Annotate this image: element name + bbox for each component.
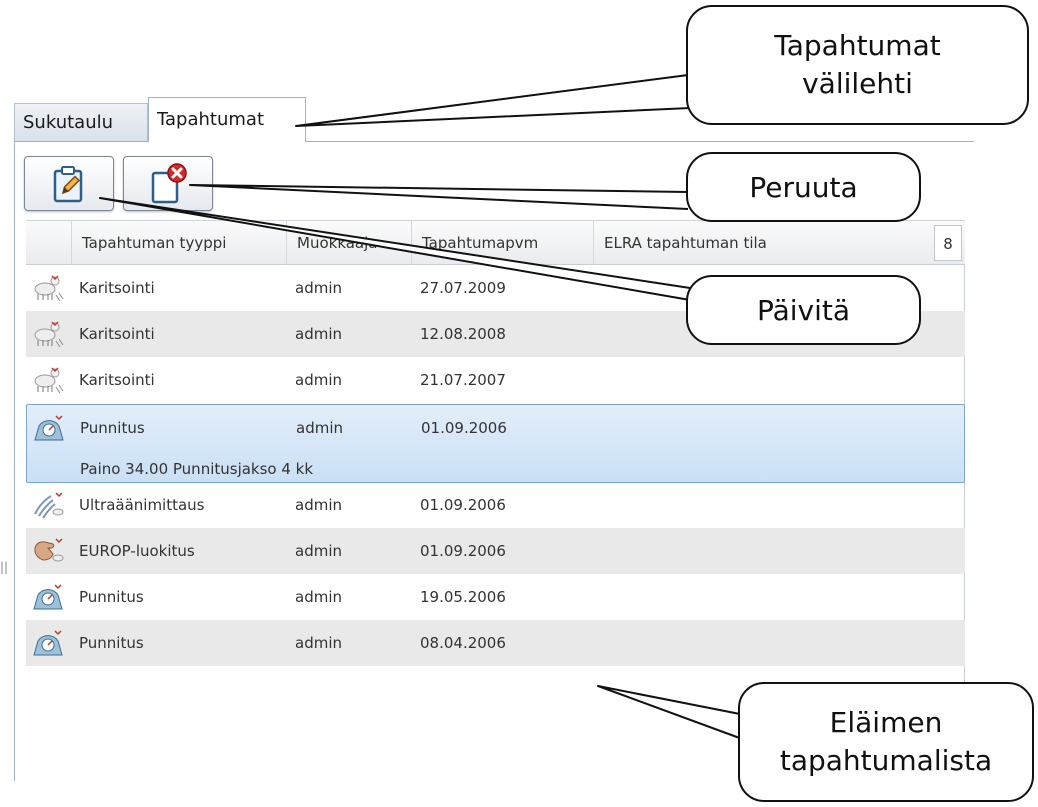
- callout-tab-line1: Tapahtumat: [774, 29, 941, 62]
- row-count-badge: 8: [934, 225, 962, 261]
- event-type: Karitsointi: [79, 325, 155, 343]
- table-row[interactable]: EUROP-luokitus admin 01.09.2006: [26, 528, 965, 574]
- event-date: 01.09.2006: [420, 542, 506, 560]
- table-row-selected[interactable]: Punnitus admin 01.09.2006 Paino 34.00 Pu…: [26, 404, 965, 483]
- sheep-lambing-icon: [28, 311, 68, 357]
- scale-weighing-icon: [28, 574, 68, 620]
- event-editor: admin: [295, 634, 342, 652]
- grid-header: Tapahtuman tyyppi Muokkaaja Tapahtumapvm…: [26, 220, 965, 265]
- tab-sukutaulu[interactable]: Sukutaulu: [14, 103, 148, 141]
- callout-list-line1: Eläimen: [829, 706, 943, 739]
- event-date: 01.09.2006: [420, 496, 506, 514]
- event-editor: admin: [295, 588, 342, 606]
- event-editor: admin: [296, 419, 343, 437]
- clipboard-pencil-icon: [53, 165, 83, 202]
- tab-tapahtumat[interactable]: Tapahtumat: [148, 97, 306, 142]
- event-editor: admin: [295, 279, 342, 297]
- event-editor: admin: [295, 542, 342, 560]
- event-date: 08.04.2006: [420, 634, 506, 652]
- event-editor: admin: [295, 371, 342, 389]
- column-header-type[interactable]: Tapahtuman tyyppi: [71, 221, 286, 265]
- event-type: Ultraäänimittaus: [79, 496, 205, 514]
- event-type: EUROP-luokitus: [79, 542, 195, 560]
- table-row[interactable]: Punnitus admin 08.04.2006: [26, 620, 965, 666]
- table-row[interactable]: Punnitus admin 19.05.2006: [26, 574, 965, 620]
- ultrasound-icon: [28, 482, 68, 528]
- callout-update: Päivitä: [686, 275, 921, 345]
- sheep-lambing-icon: [28, 265, 68, 311]
- scale-weighing-icon: [29, 405, 69, 451]
- event-type: Punnitus: [79, 588, 144, 606]
- event-type: Punnitus: [79, 634, 144, 652]
- splitter-handle[interactable]: ||: [0, 560, 8, 574]
- event-date: 12.08.2008: [420, 325, 506, 343]
- event-date: 27.07.2009: [420, 279, 506, 297]
- column-header-date[interactable]: Tapahtumapvm: [411, 221, 593, 265]
- cancel-button[interactable]: [123, 156, 213, 211]
- event-editor: admin: [295, 325, 342, 343]
- callout-tab: Tapahtumat välilehti: [686, 5, 1029, 125]
- callout-list-line2: tapahtumalista: [779, 744, 993, 777]
- column-header-icon: [26, 221, 71, 265]
- callout-event-list: Eläimen tapahtumalista: [738, 682, 1034, 802]
- column-header-editor[interactable]: Muokkaaja: [286, 221, 411, 265]
- event-editor: admin: [295, 496, 342, 514]
- hand-classification-icon: [28, 528, 68, 574]
- table-row[interactable]: Ultraäänimittaus admin 01.09.2006: [26, 482, 965, 528]
- column-header-elra-status[interactable]: ELRA tapahtuman tila: [593, 221, 826, 265]
- event-type: Punnitus: [80, 419, 145, 437]
- callout-cancel: Peruuta: [686, 152, 921, 222]
- event-type: Karitsointi: [79, 279, 155, 297]
- event-date: 21.07.2007: [420, 371, 506, 389]
- update-button[interactable]: [24, 156, 114, 211]
- sheep-lambing-icon: [28, 357, 68, 403]
- table-row[interactable]: Karitsointi admin 21.07.2007: [26, 357, 965, 403]
- event-type: Karitsointi: [79, 371, 155, 389]
- scale-weighing-icon: [28, 620, 68, 666]
- callout-update-label: Päivitä: [756, 293, 851, 327]
- event-date: 19.05.2006: [420, 588, 506, 606]
- callout-tab-line2: välilehti: [802, 67, 913, 100]
- clipboard-cancel-icon: [151, 162, 187, 203]
- event-date: 01.09.2006: [421, 419, 507, 437]
- callout-cancel-label: Peruuta: [749, 170, 858, 204]
